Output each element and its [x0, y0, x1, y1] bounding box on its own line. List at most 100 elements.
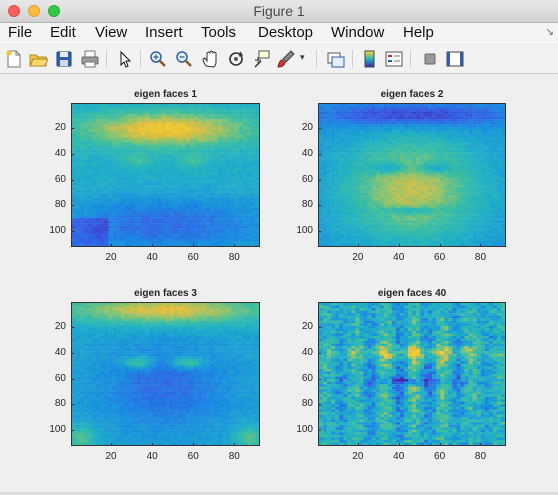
heatmap-cell	[76, 152, 81, 155]
heatmap-cell	[193, 162, 199, 165]
hide-plot-tools-icon[interactable]	[420, 49, 440, 69]
heatmap-cell	[242, 228, 248, 231]
heatmap-cell	[452, 220, 457, 224]
heatmap-cell	[234, 200, 239, 204]
heatmap-cell	[488, 144, 494, 148]
heatmap-cell	[120, 162, 126, 165]
heatmap-cell	[128, 142, 134, 145]
heatmap-cell	[177, 187, 182, 191]
zoom-in-icon[interactable]	[148, 49, 168, 69]
menu-edit[interactable]: Edit	[50, 24, 76, 41]
heatmap-cell	[464, 218, 469, 221]
heatmap-cell	[359, 147, 364, 150]
heatmap-cell	[238, 243, 243, 246]
zoom-out-icon[interactable]	[174, 49, 194, 69]
heatmap-cell	[210, 152, 215, 155]
heatmap-cell	[440, 228, 445, 231]
heatmap-cell	[238, 197, 243, 201]
heatmap-cell	[375, 149, 380, 153]
heatmap-cell	[124, 104, 130, 107]
heatmap-cell	[116, 131, 121, 135]
heatmap-cell	[218, 124, 223, 127]
heatmap-cell	[132, 131, 138, 135]
heatmap-cell	[145, 190, 150, 193]
heatmap-cell	[108, 233, 113, 236]
heatmap-cell	[327, 230, 332, 234]
heatmap-cell	[371, 152, 376, 155]
save-icon[interactable]	[54, 49, 74, 69]
heatmap-cell	[335, 175, 340, 178]
legend-icon[interactable]	[384, 49, 404, 69]
brush-dropdown-arrow-icon[interactable]: ▾	[300, 52, 305, 63]
heatmap-cell	[371, 164, 376, 168]
heatmap-cell	[120, 220, 126, 224]
heatmap-cell	[222, 131, 227, 135]
print-icon[interactable]	[80, 49, 100, 69]
heatmap-cell	[80, 230, 85, 234]
heatmap-cell	[379, 169, 384, 173]
menu-desktop[interactable]: Desktop	[258, 24, 313, 41]
heatmap-cell	[230, 185, 235, 188]
heatmap-cell	[500, 114, 505, 117]
pan-hand-icon[interactable]	[200, 49, 220, 69]
heatmap-cell	[246, 205, 252, 209]
heatmap-cell	[210, 243, 215, 246]
heatmap-cell	[189, 192, 195, 196]
link-plot-icon[interactable]	[326, 49, 346, 69]
heatmap-cell	[351, 230, 356, 234]
show-plot-tools-icon[interactable]	[445, 49, 465, 69]
heatmap-cell	[383, 136, 388, 140]
heatmap-cell	[343, 106, 348, 110]
new-figure-icon[interactable]	[4, 49, 24, 69]
menu-help[interactable]: Help	[403, 24, 434, 41]
heatmap-cell	[472, 144, 477, 148]
heatmap-cell	[141, 172, 146, 176]
eigenface-image-axes[interactable]	[318, 103, 506, 247]
heatmap-cell	[214, 200, 219, 204]
y-tick-label: 20	[54, 122, 66, 134]
colorbar-icon[interactable]	[360, 49, 380, 69]
heatmap-cell	[363, 200, 368, 204]
heatmap-cell	[116, 144, 121, 148]
brush-icon[interactable]	[276, 49, 296, 69]
heatmap-cell	[202, 119, 207, 122]
heatmap-cell	[169, 180, 174, 183]
heatmap-cell	[250, 182, 256, 186]
heatmap-cell	[379, 220, 384, 224]
heatmap-cell	[254, 238, 259, 242]
heatmap-cell	[335, 121, 340, 125]
heatmap-cell	[234, 185, 239, 188]
menu-file[interactable]: File	[8, 24, 32, 41]
heatmap-cell	[476, 180, 481, 183]
data-cursor-icon[interactable]	[252, 49, 272, 69]
heatmap-cell	[165, 169, 170, 173]
rotate-3d-icon[interactable]	[226, 49, 246, 69]
heatmap-cell	[189, 109, 195, 112]
pointer-icon[interactable]	[115, 49, 135, 69]
menu-window[interactable]: Window	[331, 24, 384, 41]
heatmap-cell	[387, 185, 392, 188]
heatmap-cell	[234, 202, 239, 206]
heatmap-cell	[440, 195, 445, 198]
heatmap-cell	[484, 157, 490, 160]
open-icon[interactable]	[28, 49, 48, 69]
menu-view[interactable]: View	[95, 24, 127, 41]
heatmap-cell	[375, 162, 380, 165]
heatmap-cell	[92, 180, 97, 183]
heatmap-cell	[132, 136, 138, 140]
heatmap-cell	[222, 175, 227, 178]
heatmap-cell	[343, 129, 348, 133]
heatmap-cell	[141, 157, 146, 160]
heatmap-cell	[416, 210, 421, 214]
heatmap-cell	[230, 210, 235, 214]
eigenface-image-axes[interactable]	[71, 103, 260, 247]
heatmap-cell	[149, 190, 154, 193]
menubar-dock-arrow-icon[interactable]: ↘	[546, 27, 554, 38]
heatmap-cell	[193, 185, 199, 188]
heatmap-cell	[137, 131, 142, 135]
menu-insert[interactable]: Insert	[145, 24, 183, 41]
heatmap-cell	[452, 175, 457, 178]
heatmap-cell	[137, 136, 142, 140]
menu-tools[interactable]: Tools	[201, 24, 236, 41]
heatmap-cell	[444, 131, 449, 135]
